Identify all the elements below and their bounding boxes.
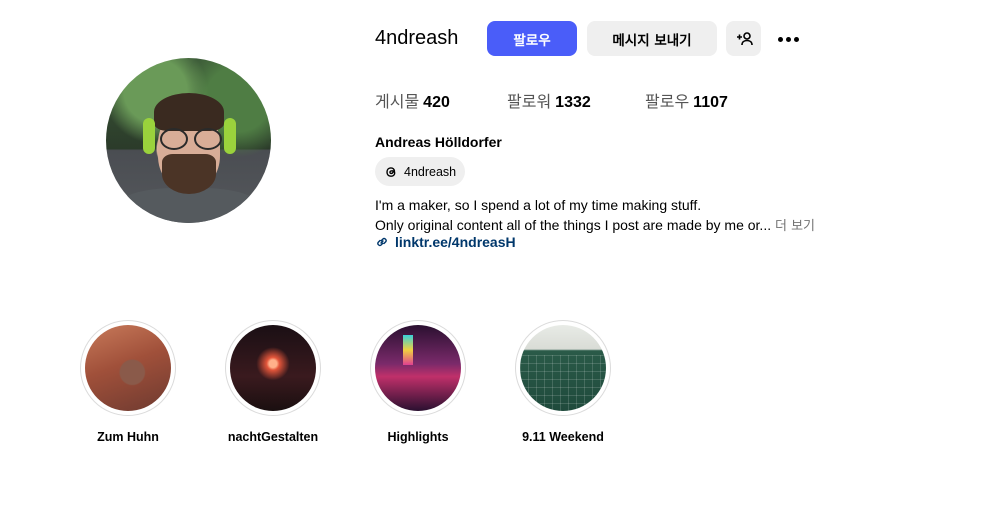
more-options-icon[interactable] <box>771 27 805 51</box>
profile-avatar[interactable] <box>106 58 271 223</box>
suggested-users-button[interactable] <box>726 21 761 56</box>
follow-button[interactable]: 팔로우 <box>487 21 577 56</box>
story-highlight[interactable]: Highlights <box>368 320 468 444</box>
profile-full-name: Andreas Hölldorfer <box>375 134 502 150</box>
bio-line: I'm a maker, so I spend a lot of my time… <box>375 197 702 213</box>
story-highlight[interactable]: Zum Huhn <box>78 320 178 444</box>
profile-link-text: linktr.ee/4ndreasH <box>395 234 516 250</box>
highlight-cover <box>520 325 606 411</box>
threads-icon <box>386 166 396 177</box>
profile-link[interactable]: linktr.ee/4ndreasH <box>375 234 516 250</box>
posts-count: 게시물 420 <box>375 92 450 111</box>
followers-count[interactable]: 팔로워 1332 <box>507 88 591 112</box>
highlight-label: 9.11 Weekend <box>522 430 604 444</box>
story-highlight[interactable]: 9.11 Weekend <box>513 320 613 444</box>
see-more-link[interactable]: 더 보기 <box>775 219 815 234</box>
suggest-user-icon <box>736 31 753 45</box>
highlight-label: Zum Huhn <box>97 430 159 444</box>
highlight-label: Highlights <box>387 430 449 444</box>
profile-username: 4ndreash <box>375 27 459 49</box>
story-highlight[interactable]: nachtGestalten <box>223 320 323 444</box>
threads-handle: 4ndreash <box>404 164 457 179</box>
following-count[interactable]: 팔로우 1107 <box>645 88 728 112</box>
highlight-cover <box>375 325 461 411</box>
threads-badge[interactable]: 4ndreash <box>375 157 466 186</box>
highlight-label: nachtGestalten <box>227 430 319 444</box>
bio-line: Only original content all of the things … <box>375 217 772 233</box>
highlight-cover <box>230 325 316 411</box>
link-icon <box>377 237 387 247</box>
profile-bio: I'm a maker, so I spend a lot of my time… <box>375 195 815 237</box>
highlight-cover <box>85 325 171 411</box>
send-message-button[interactable]: 메시지 보내기 <box>587 21 717 56</box>
